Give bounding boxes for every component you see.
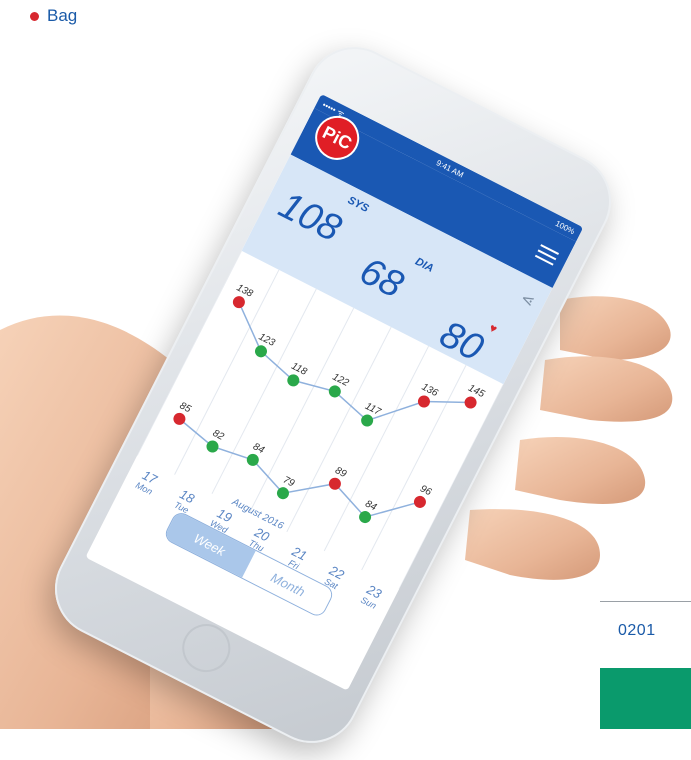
hand-holding-phone-photo: ••••• ᯤ 9:41 AM 100% PiC SYS 108 DIA 68 … <box>0 0 691 760</box>
share-icon[interactable]: ⋖ <box>517 288 538 312</box>
sys-label: SYS <box>345 194 371 216</box>
sys-value: 108 <box>272 184 348 251</box>
hamburger-menu-icon[interactable] <box>533 241 561 270</box>
grid-line <box>211 288 317 495</box>
dia-label: DIA <box>413 255 436 275</box>
dia-value: 68 <box>353 249 410 307</box>
